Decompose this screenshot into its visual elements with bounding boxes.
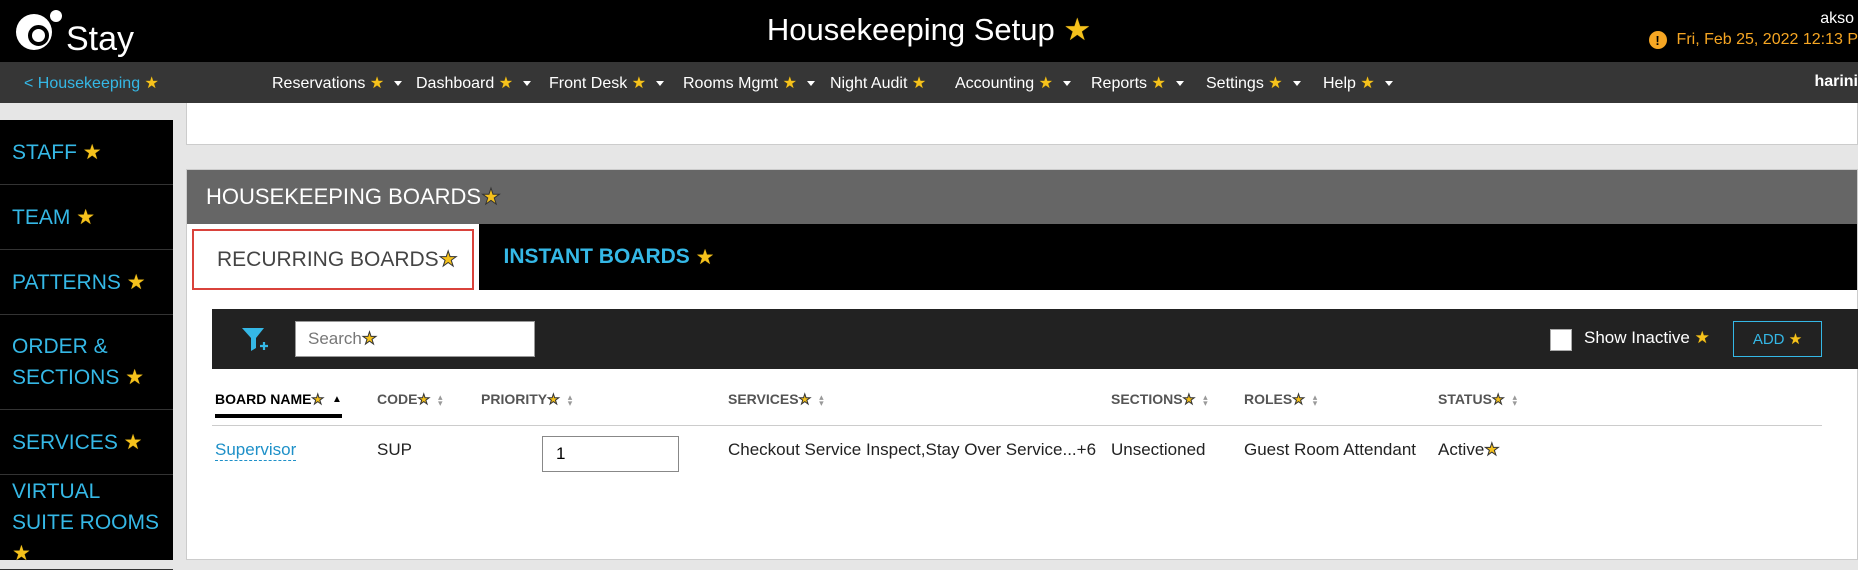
star-icon: ★ bbox=[82, 140, 102, 164]
star-icon: ★ bbox=[1491, 391, 1505, 408]
star-icon: ★ bbox=[547, 391, 561, 408]
star-icon: ★ bbox=[911, 75, 927, 92]
sort-icon: ▴ ▾ bbox=[819, 392, 824, 409]
nav-reservations[interactable]: Reservations ★ bbox=[272, 73, 403, 93]
caret-down-icon bbox=[1384, 81, 1393, 87]
star-icon: ★ bbox=[12, 541, 31, 565]
sort-icon: ▴ ▾ bbox=[1203, 392, 1208, 409]
caret-down-icon bbox=[1062, 81, 1071, 87]
star-icon: ★ bbox=[798, 391, 812, 408]
star-icon: ★ bbox=[1360, 75, 1375, 92]
board-name-link[interactable]: Supervisor bbox=[215, 440, 297, 461]
column-status[interactable]: STATUS★ ▴ ▾ bbox=[1438, 391, 1517, 408]
panel-title: HOUSEKEEPING BOARDS ★ bbox=[187, 170, 1857, 224]
star-icon: ★ bbox=[438, 248, 458, 272]
sidebar-item-team[interactable]: TEAM ★ bbox=[0, 185, 173, 250]
column-board-name[interactable]: BOARD NAME★ ▲ bbox=[215, 391, 342, 418]
filter-add-icon[interactable] bbox=[240, 324, 270, 356]
star-icon: ★ bbox=[498, 75, 514, 92]
show-inactive-label: Show Inactive ★ bbox=[1584, 328, 1710, 347]
star-icon: ★ bbox=[126, 270, 146, 294]
nav-user[interactable]: harini bbox=[1814, 73, 1858, 91]
board-services: Checkout Service Inspect,Stay Over Servi… bbox=[728, 440, 1097, 459]
star-icon: ★ bbox=[481, 184, 502, 210]
header-user[interactable]: akso bbox=[1820, 10, 1854, 28]
star-icon: ★ bbox=[1182, 391, 1196, 408]
board-status: Active★ bbox=[1438, 440, 1500, 460]
datetime-status: ! Fri, Feb 25, 2022 12:13 P bbox=[1648, 31, 1858, 49]
star-icon: ★ bbox=[1788, 331, 1803, 348]
caret-down-icon bbox=[1292, 81, 1301, 87]
star-icon: ★ bbox=[1151, 75, 1166, 92]
column-services[interactable]: SERVICES★ ▴ ▾ bbox=[728, 391, 824, 408]
star-icon: ★ bbox=[1268, 75, 1283, 92]
star-icon: ★ bbox=[76, 205, 96, 229]
caret-down-icon bbox=[806, 81, 815, 87]
star-icon: ★ bbox=[631, 75, 647, 92]
star-icon: ★ bbox=[1292, 391, 1306, 408]
breadcrumb-back-link[interactable]: < Housekeeping ★ bbox=[24, 73, 159, 93]
star-icon: ★ bbox=[782, 75, 797, 92]
exclamation-circle-icon: ! bbox=[1648, 31, 1667, 49]
nav-help[interactable]: Help ★ bbox=[1323, 73, 1393, 93]
nav-settings[interactable]: Settings ★ bbox=[1206, 73, 1301, 93]
star-icon: ★ bbox=[1063, 12, 1092, 47]
board-code: SUP bbox=[377, 440, 412, 459]
housekeeping-boards-panel: HOUSEKEEPING BOARDS ★ RECURRING BOARDS ★ I… bbox=[186, 169, 1858, 560]
caret-down-icon bbox=[394, 81, 403, 87]
boards-toolbar: Search ★ Show Inactive ★ ADD ★ bbox=[212, 309, 1858, 369]
boards-table: BOARD NAME★ ▲ CODE★ ▴ ▾ PRIORITY★ ▴ ▾ SERVICE… bbox=[212, 369, 1822, 481]
star-icon: ★ bbox=[417, 391, 431, 408]
star-icon: ★ bbox=[311, 391, 325, 408]
add-button[interactable]: ADD ★ bbox=[1733, 321, 1822, 357]
show-inactive-checkbox[interactable] bbox=[1550, 329, 1572, 351]
sort-icon: ▴ ▾ bbox=[1312, 392, 1318, 409]
nav-dashboard[interactable]: Dashboard ★ bbox=[416, 73, 532, 93]
star-icon: ★ bbox=[1484, 440, 1500, 460]
sidebar-item-staff[interactable]: STAFF ★ bbox=[0, 120, 173, 185]
star-icon: ★ bbox=[1038, 75, 1053, 92]
sidebar: STAFF ★ TEAM ★ PATTERNS ★ ORDER & SECTIO… bbox=[0, 120, 173, 570]
nav-accounting[interactable]: Accounting ★ bbox=[955, 73, 1071, 93]
column-roles[interactable]: ROLES★ ▴ ▾ bbox=[1244, 391, 1317, 408]
table-header: BOARD NAME★ ▲ CODE★ ▴ ▾ PRIORITY★ ▴ ▾ SERVICE… bbox=[212, 369, 1822, 426]
board-roles: Guest Room Attendant bbox=[1244, 440, 1416, 459]
priority-input[interactable]: 1 bbox=[542, 436, 679, 472]
column-priority[interactable]: PRIORITY★ ▴ ▾ bbox=[481, 391, 572, 408]
board-tabs: RECURRING BOARDS ★ INSTANT BOARDS ★ bbox=[187, 224, 1857, 290]
tab-recurring-boards[interactable]: RECURRING BOARDS ★ bbox=[187, 224, 479, 290]
star-icon: ★ bbox=[123, 430, 143, 454]
board-sections: Unsectioned bbox=[1111, 440, 1206, 459]
nav-night-audit[interactable]: Night Audit ★ bbox=[830, 73, 926, 93]
sidebar-item-order-sections[interactable]: ORDER & SECTIONS ★ bbox=[0, 315, 173, 410]
star-icon: ★ bbox=[361, 329, 378, 349]
star-icon: ★ bbox=[369, 75, 385, 92]
content-strip bbox=[186, 103, 1858, 145]
nav-rooms-mgmt[interactable]: Rooms Mgmt ★ bbox=[683, 73, 815, 93]
page-title: Housekeeping Setup ★ bbox=[766, 12, 1092, 47]
sidebar-item-virtual-suite-rooms[interactable]: VIRTUAL SUITE ROOMS ★ bbox=[0, 475, 173, 570]
search-input[interactable]: Search ★ bbox=[295, 321, 535, 357]
nav-reports[interactable]: Reports ★ bbox=[1091, 73, 1184, 93]
sidebar-item-patterns[interactable]: PATTERNS ★ bbox=[0, 250, 173, 315]
column-code[interactable]: CODE★ ▴ ▾ bbox=[377, 391, 443, 408]
column-sections[interactable]: SECTIONS★ ▴ ▾ bbox=[1111, 391, 1208, 408]
sort-icon: ▴ ▾ bbox=[567, 392, 573, 409]
tab-instant-boards[interactable]: INSTANT BOARDS ★ bbox=[479, 224, 739, 290]
caret-down-icon bbox=[656, 81, 665, 87]
main-nav: < Housekeeping ★ Reservations ★ Dashboar… bbox=[0, 62, 1858, 103]
nav-front-desk[interactable]: Front Desk ★ bbox=[549, 73, 665, 93]
sort-icon: ▴ ▾ bbox=[1512, 392, 1518, 409]
table-row: Supervisor SUP 1 Checkout Service Inspec… bbox=[212, 426, 1822, 481]
top-header: Stay Housekeeping Setup ★ akso ! Fri, Fe… bbox=[0, 0, 1858, 62]
sort-asc-icon: ▲ bbox=[332, 394, 342, 406]
sort-icon: ▴ ▾ bbox=[438, 392, 443, 409]
sidebar-item-services[interactable]: SERVICES ★ bbox=[0, 410, 173, 475]
star-icon: ★ bbox=[1694, 328, 1710, 347]
star-icon: ★ bbox=[125, 366, 145, 389]
caret-down-icon bbox=[523, 81, 532, 87]
star-icon: ★ bbox=[144, 75, 159, 92]
star-icon: ★ bbox=[695, 245, 715, 269]
caret-down-icon bbox=[1175, 81, 1184, 87]
